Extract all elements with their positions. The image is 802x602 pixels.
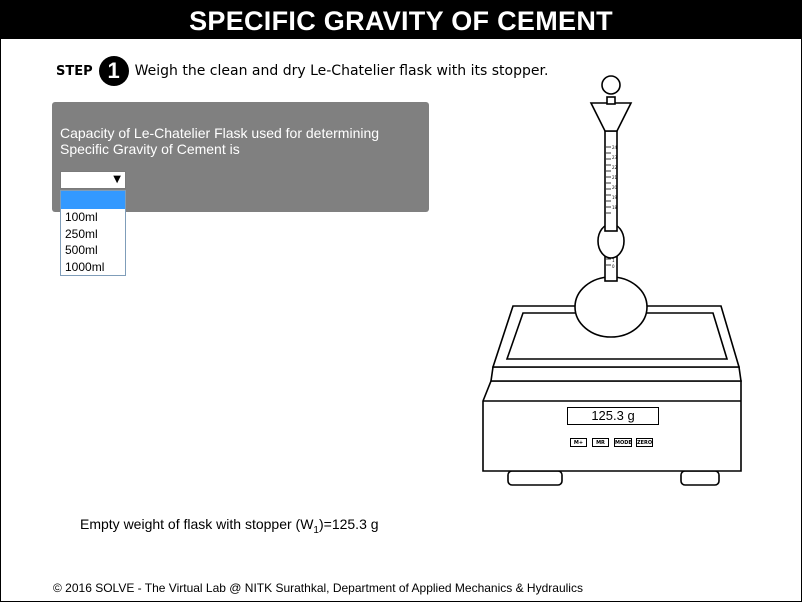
- capacity-options-list: 100ml 250ml 500ml 1000ml: [60, 190, 126, 276]
- flask-stopper: [601, 75, 621, 95]
- balance-housing: [490, 366, 742, 382]
- flask-capacity-select[interactable]: ▼: [60, 171, 126, 189]
- flask-scale-mark: 18: [612, 205, 618, 210]
- flask-scale-mark: 23: [612, 155, 618, 160]
- option-250ml[interactable]: 250ml: [61, 226, 125, 243]
- flask-bulb: [574, 276, 648, 338]
- option-1000ml[interactable]: 1000ml: [61, 259, 125, 276]
- option-blank[interactable]: [61, 191, 125, 209]
- mr-button[interactable]: MR: [592, 438, 609, 447]
- flask-scale-mark: 19: [612, 195, 618, 200]
- page-title: SPECIFIC GRAVITY OF CEMENT: [1, 1, 801, 39]
- flask-scale-mark: 22: [612, 165, 618, 170]
- result-text: Empty weight of flask with stopper (W1)=…: [80, 516, 379, 536]
- result-prefix: Empty weight of flask with stopper (W: [80, 516, 314, 532]
- chevron-down-icon: ▼: [113, 174, 121, 185]
- flask-scale-mark: 24: [612, 145, 618, 150]
- step-label: STEP: [56, 63, 93, 79]
- flask-funnel: [589, 102, 633, 132]
- balance-display: 125.3 g: [567, 407, 659, 425]
- question-text: Capacity of Le-Chatelier Flask used for …: [60, 125, 380, 157]
- balance-foot-left: [507, 470, 563, 486]
- flask-scale-mark: 20: [612, 185, 618, 190]
- zero-button[interactable]: ZERO: [636, 438, 653, 447]
- balance-foot-right: [680, 470, 720, 486]
- lab-frame: SPECIFIC GRAVITY OF CEMENT STEP 1 Weigh …: [0, 0, 802, 602]
- option-100ml[interactable]: 100ml: [61, 209, 125, 226]
- m-plus-button[interactable]: M+: [570, 438, 587, 447]
- balance-with-flask-illustration: 24 23 22 21 20 19 18 1 0: [482, 75, 742, 486]
- footer-credit: © 2016 SOLVE - The Virtual Lab @ NITK Su…: [53, 581, 583, 595]
- option-500ml[interactable]: 500ml: [61, 242, 125, 259]
- balance-body: [482, 380, 742, 472]
- result-suffix: )=125.3 g: [318, 516, 379, 532]
- mode-button[interactable]: MODE: [614, 438, 632, 447]
- flask-scale-mark: 21: [612, 175, 618, 180]
- step-number-badge: 1: [98, 56, 129, 86]
